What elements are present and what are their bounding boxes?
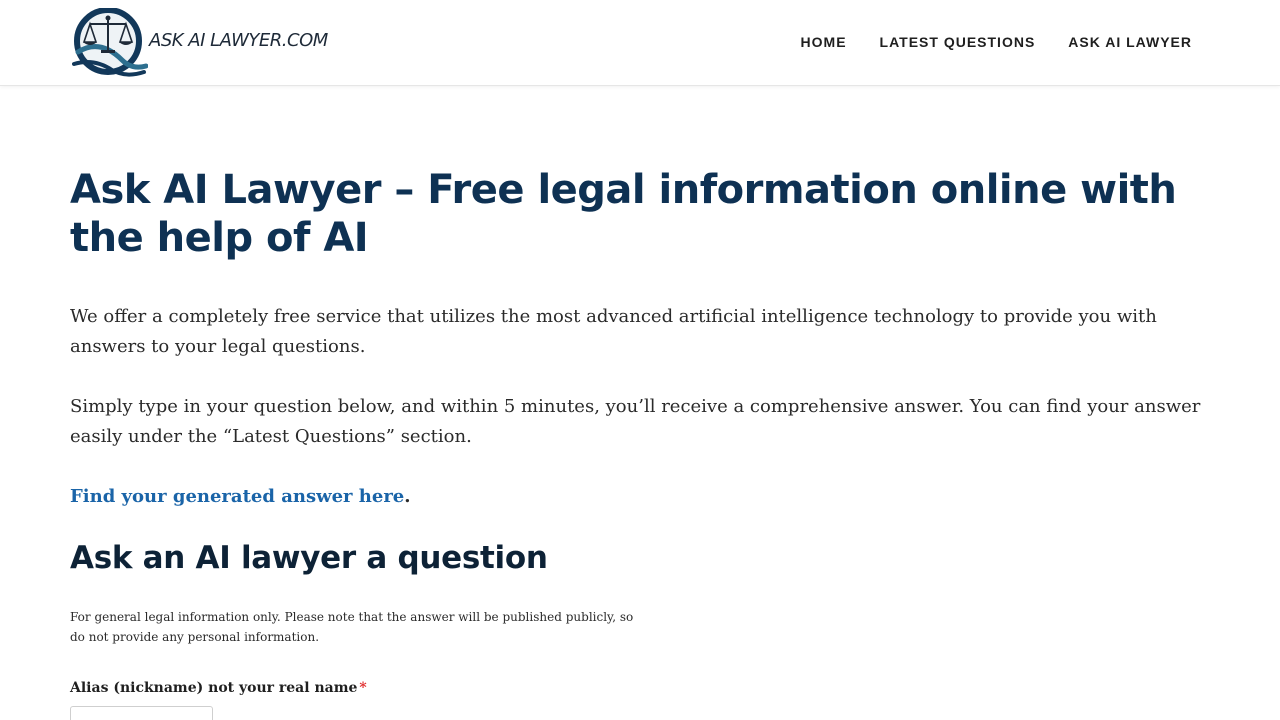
scales-of-justice-icon xyxy=(72,8,148,77)
answer-link-suffix: . xyxy=(404,486,411,507)
site-logo[interactable]: ASK AI LAWYER.COM xyxy=(72,8,332,78)
nav-latest-questions[interactable]: LATEST QUESTIONS xyxy=(880,34,1036,50)
answer-link-paragraph: Find your generated answer here. xyxy=(70,482,1210,512)
main-nav: HOME LATEST QUESTIONS ASK AI LAWYER xyxy=(801,34,1192,50)
find-answer-link[interactable]: Find your generated answer here xyxy=(70,486,404,507)
instructions-paragraph: Simply type in your question below, and … xyxy=(70,396,1201,447)
alias-label-text: Alias (nickname) not your real name xyxy=(70,680,358,696)
section-title: Ask an AI lawyer a question xyxy=(70,540,548,576)
alias-input[interactable] xyxy=(70,706,213,720)
alias-label: Alias (nickname) not your real name * xyxy=(70,680,367,696)
disclaimer-text: For general legal information only. Plea… xyxy=(70,610,634,644)
required-mark: * xyxy=(359,680,367,696)
logo-text: ASK AI LAWYER.COM xyxy=(149,30,328,51)
nav-home[interactable]: HOME xyxy=(801,34,847,50)
page-title: Ask AI Lawyer – Free legal information o… xyxy=(70,167,1177,261)
intro-paragraph: We offer a completely free service that … xyxy=(70,306,1157,357)
site-header: ASK AI LAWYER.COM HOME LATEST QUESTIONS … xyxy=(0,0,1280,86)
nav-ask-ai-lawyer[interactable]: ASK AI LAWYER xyxy=(1068,34,1192,50)
